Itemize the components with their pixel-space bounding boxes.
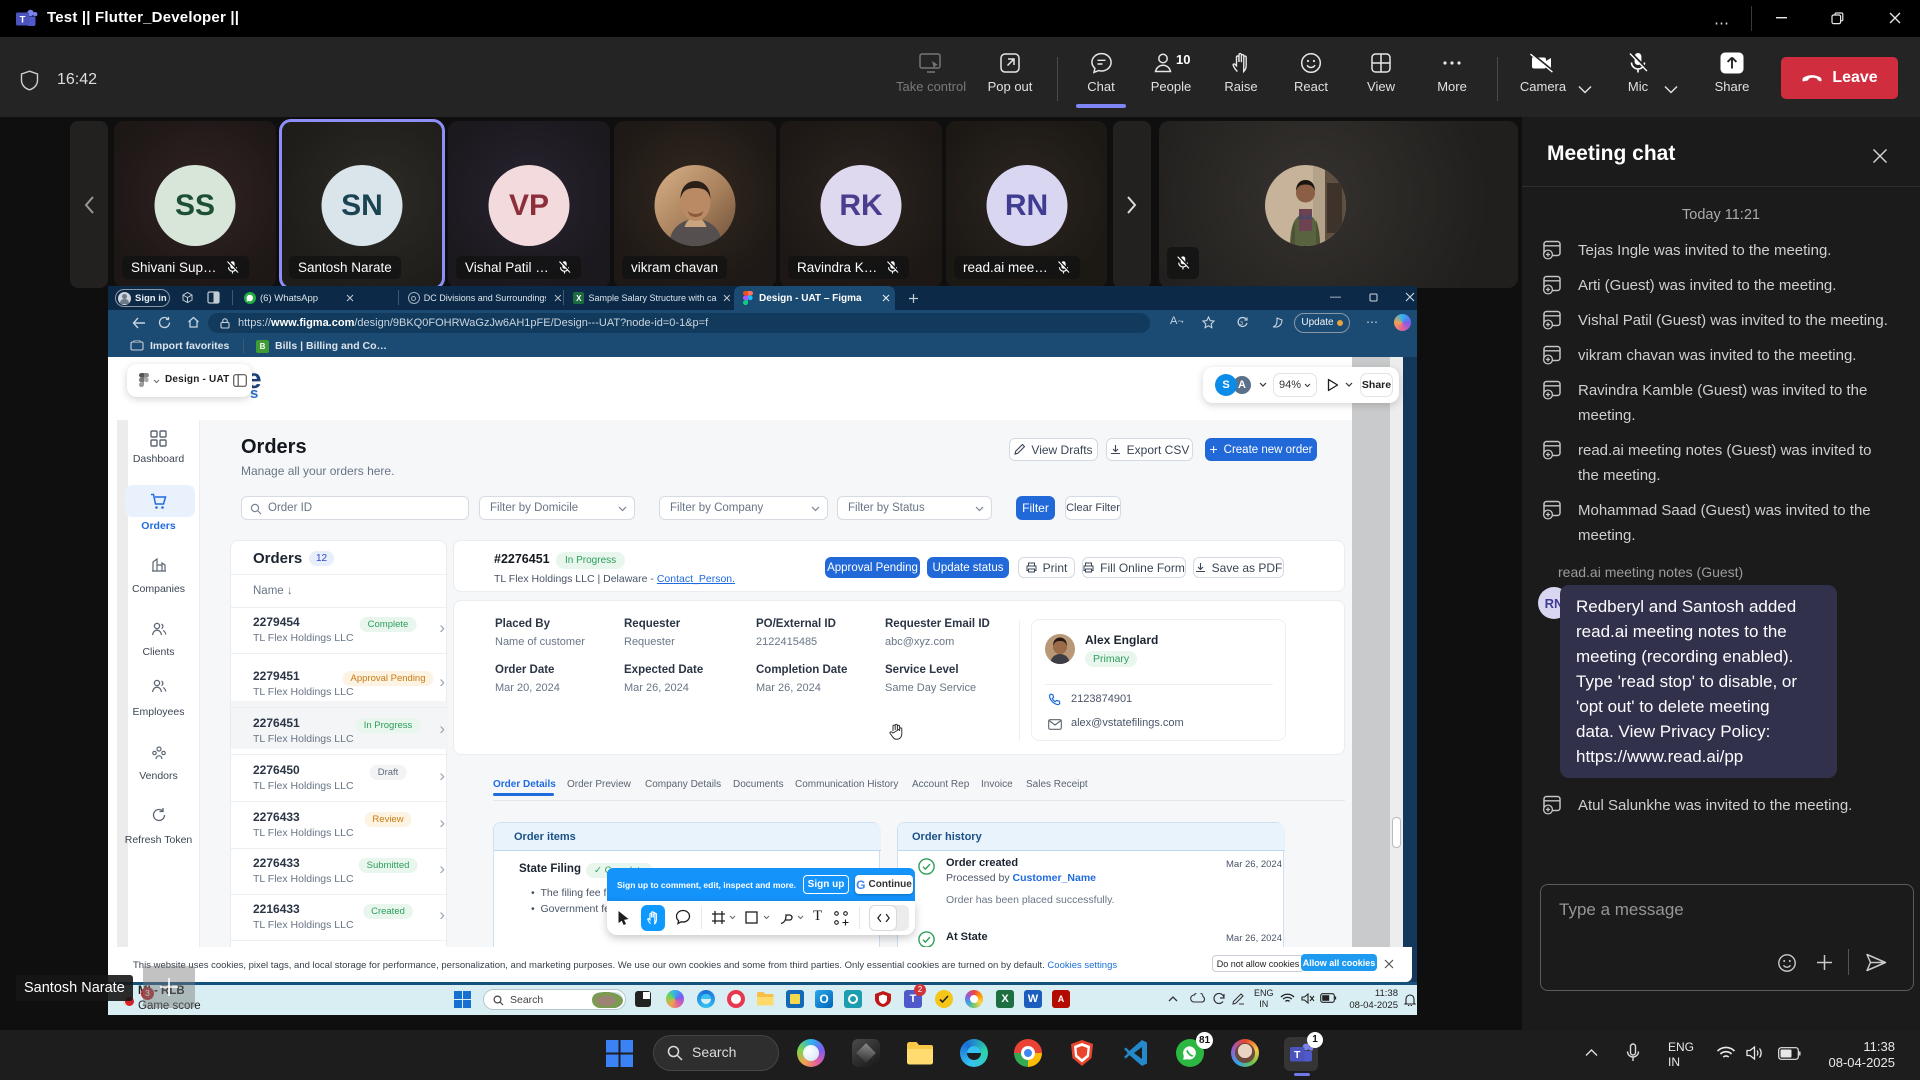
svg-text:T: T — [1294, 1049, 1301, 1061]
svg-text:10: 10 — [1176, 52, 1190, 67]
svg-text:3: 3 — [1240, 321, 1243, 327]
svg-text:T: T — [20, 15, 26, 26]
